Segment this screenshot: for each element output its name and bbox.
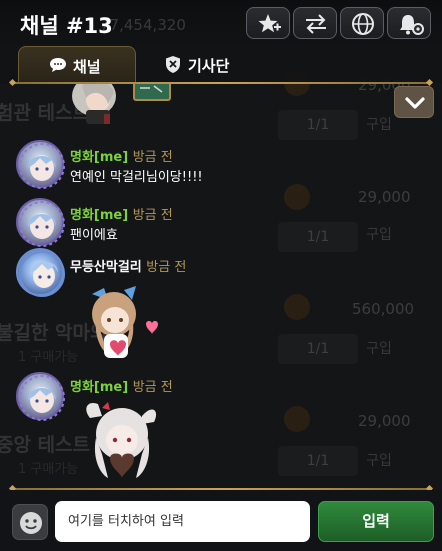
chat-sticker — [72, 84, 171, 124]
avatar-portrait — [19, 143, 65, 189]
chat-window: 29,000 험관 테스트 1/1 구입 29,000 1/1 구입 560,0… — [0, 0, 442, 551]
smiley-icon — [20, 512, 42, 534]
tab-guild[interactable]: 기사단 — [160, 46, 270, 82]
chevron-down-icon — [405, 97, 425, 109]
message-header: 명화[me] 방금 전 — [70, 204, 173, 223]
channel-title: 채널 #13 — [20, 14, 113, 38]
chat-feed[interactable]: 명화[me] 방금 전 연예인 막걸리님이당!!!! 명화[me] 방금 전 팬… — [0, 84, 442, 490]
input-bar: 입력 — [0, 490, 442, 551]
shield-icon — [166, 56, 180, 73]
swap-arrows-icon — [306, 14, 326, 34]
switch-channel-button[interactable] — [293, 7, 337, 39]
sender-name[interactable]: 무등산막걸리 — [70, 260, 142, 275]
message-header: 명화[me] 방금 전 — [70, 376, 173, 395]
chat-tabs: 채널 기사단 — [0, 44, 442, 84]
avatar[interactable] — [16, 140, 65, 189]
sender-name[interactable]: 명화[me] — [70, 150, 128, 165]
bell-gear-icon — [400, 15, 424, 35]
chat-settings-button[interactable] — [387, 7, 431, 39]
avatar-portrait — [19, 251, 65, 297]
avatar-portrait — [19, 201, 65, 247]
chat-sticker — [86, 402, 157, 478]
emoji-button[interactable] — [12, 504, 48, 540]
globe-icon — [352, 13, 374, 35]
tab-channel-label: 채널 — [73, 58, 101, 76]
chat-header: 채널 #13 77,454,320 — [0, 0, 442, 50]
message-input[interactable] — [55, 501, 310, 542]
message-text: 팬이에효 — [70, 228, 118, 243]
favorite-channel-button[interactable] — [246, 7, 290, 39]
send-button[interactable]: 입력 — [318, 501, 434, 542]
avatar-portrait — [19, 375, 65, 421]
speech-bubble-icon — [50, 58, 66, 72]
tab-channel[interactable]: 채널 — [18, 46, 136, 82]
message-header: 명화[me] 방금 전 — [70, 146, 173, 165]
collapse-button[interactable] — [394, 86, 434, 118]
message-header: 무등산막걸리 방금 전 — [70, 256, 186, 275]
chat-sticker — [92, 286, 158, 358]
sender-name[interactable]: 명화[me] — [70, 380, 128, 395]
avatar[interactable] — [16, 198, 65, 247]
avatar[interactable] — [16, 248, 65, 297]
message-time: 방금 전 — [146, 260, 187, 275]
message-text: 연예인 막걸리님이당!!!! — [70, 170, 203, 185]
tab-guild-label: 기사단 — [188, 57, 230, 75]
language-button[interactable] — [340, 7, 384, 39]
bg-gold-amount: 77,454,320 — [100, 16, 186, 34]
sender-name[interactable]: 명화[me] — [70, 208, 128, 223]
avatar[interactable] — [16, 372, 65, 421]
message-time: 방금 전 — [132, 380, 173, 395]
message-time: 방금 전 — [132, 208, 173, 223]
star-plus-icon — [258, 14, 281, 33]
message-time: 방금 전 — [132, 150, 173, 165]
